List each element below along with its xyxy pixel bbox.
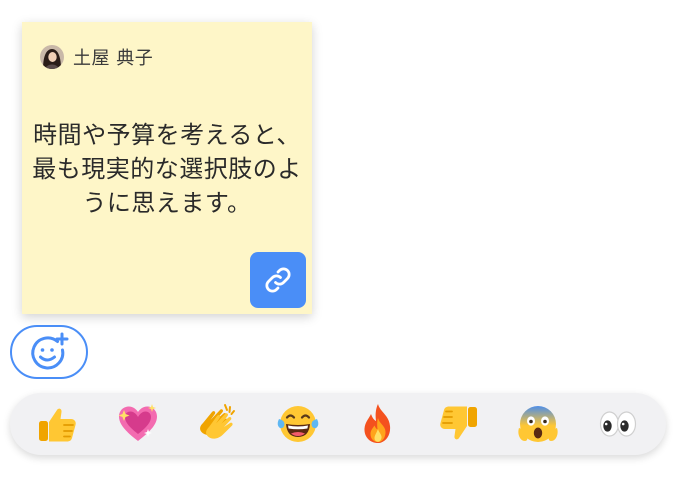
thumbs-up-icon: [39, 408, 76, 442]
reaction-sparkling-heart[interactable]: [110, 396, 166, 452]
sticky-note[interactable]: 土屋 典子 時間や予算を考えると、最も現実的な選択肢のように思えます。: [22, 22, 312, 314]
add-reaction-button[interactable]: [10, 325, 88, 379]
reaction-clapping-hands[interactable]: [190, 396, 246, 452]
reaction-bar: [10, 393, 666, 455]
reaction-fire[interactable]: [350, 396, 406, 452]
reaction-eyes[interactable]: [590, 396, 646, 452]
eyes-icon: [599, 411, 637, 437]
sparkling-heart-icon: [118, 404, 157, 441]
add-emoji-icon: [31, 332, 69, 370]
note-author: 土屋 典子: [40, 44, 153, 70]
link-icon: [265, 267, 291, 293]
reaction-tears-of-joy[interactable]: [270, 396, 326, 452]
tears-of-joy-icon: [277, 406, 319, 442]
screaming-face-icon: [518, 406, 558, 442]
reaction-panel: 土屋 典子 時間や予算を考えると、最も現実的な選択肢のように思えます。: [0, 0, 679, 481]
note-text: 時間や予算を考えると、最も現実的な選択肢のように思えます。: [32, 121, 302, 217]
reaction-thumbs-down[interactable]: [430, 396, 486, 452]
link-button[interactable]: [250, 252, 306, 308]
clapping-hands-icon: [200, 404, 235, 439]
avatar: [40, 45, 64, 69]
thumbs-down-icon: [440, 406, 477, 440]
author-name: 土屋 典子: [73, 48, 154, 69]
fire-icon: [364, 404, 391, 443]
reaction-thumbs-up[interactable]: [30, 396, 86, 452]
reaction-screaming-face[interactable]: [510, 396, 566, 452]
